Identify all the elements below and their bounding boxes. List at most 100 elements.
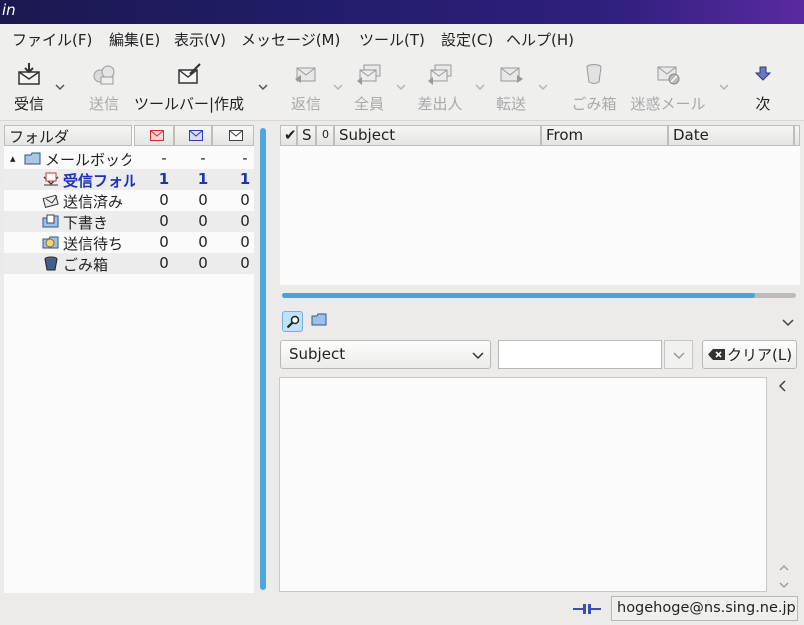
folder-column-header[interactable]: フォルダ	[4, 125, 132, 146]
send-label: 送信	[88, 95, 119, 113]
spam-button[interactable]: 迷惑メール	[628, 62, 708, 114]
spam-label: 迷惑メール	[630, 95, 706, 113]
message-preview[interactable]	[279, 377, 767, 592]
progress-bar	[282, 293, 796, 298]
search-input[interactable]	[498, 340, 662, 369]
unread-column-header[interactable]	[134, 125, 174, 146]
total-count: 0	[240, 212, 250, 230]
trash-icon	[44, 256, 58, 271]
next-label: 次	[755, 95, 771, 113]
scroll-down-icon[interactable]	[778, 580, 790, 590]
select-chevron-icon	[472, 352, 484, 360]
status-label: S	[302, 126, 312, 144]
total-count: 1	[239, 170, 251, 188]
menu-message[interactable]: メッセージ(M)	[241, 29, 340, 50]
forward-label: 転送	[495, 95, 526, 113]
attachment-column-header[interactable]: 0	[316, 125, 334, 146]
trash-button[interactable]: ごみ箱	[570, 62, 618, 114]
search-history-button[interactable]	[664, 340, 693, 369]
check-column-header[interactable]: ✔	[280, 125, 297, 146]
folder-row-sent[interactable]: 送信済み 0 0 0	[4, 190, 254, 211]
menu-help[interactable]: ヘルプ(H)	[506, 29, 574, 50]
folder-row-trash[interactable]: ごみ箱 0 0 0	[4, 253, 254, 274]
mailbox-icon	[24, 152, 41, 165]
clear-icon	[708, 349, 725, 360]
menu-bar: ファイル(F) 編集(E) 表示(V) メッセージ(M) ツール(T) 設定(C…	[0, 24, 804, 52]
account-email: hogehoge@ns.sing.ne.jp	[617, 600, 796, 616]
reply-sender-icon	[428, 64, 452, 85]
spam-dropdown-icon[interactable]	[718, 82, 730, 92]
pane-splitter[interactable]	[260, 128, 266, 590]
queue-icon	[42, 236, 59, 249]
menu-tools[interactable]: ツール(T)	[359, 29, 425, 50]
compose-label: ツールバー|作成	[133, 95, 245, 113]
menu-settings[interactable]: 設定(C)	[441, 29, 493, 50]
forward-icon	[500, 67, 523, 83]
chevron-left-icon[interactable]	[778, 380, 788, 392]
online-status-icon[interactable]	[573, 603, 601, 615]
unread-count: 0	[159, 191, 169, 209]
new-mail-icon	[189, 130, 203, 141]
search-toggle-button[interactable]	[282, 311, 303, 332]
reply-sender-button[interactable]: 差出人	[415, 62, 465, 114]
reply-label: 返信	[290, 95, 321, 113]
reply-sender-dropdown-icon[interactable]	[474, 82, 486, 92]
extra-column-header[interactable]	[794, 125, 800, 146]
message-list[interactable]: ✔ S 0 Subject From Date	[280, 125, 800, 285]
new-count: 0	[198, 212, 208, 230]
receive-button[interactable]: 受信	[12, 62, 46, 114]
date-label: Date	[673, 126, 709, 144]
new-count: -	[200, 149, 206, 167]
send-icon	[93, 65, 115, 85]
new-count: 0	[198, 191, 208, 209]
new-column-header[interactable]	[174, 125, 212, 146]
reply-dropdown-icon[interactable]	[332, 82, 344, 92]
menu-view[interactable]: 表示(V)	[174, 29, 226, 50]
trash-icon	[586, 64, 602, 84]
mail-icon	[229, 130, 243, 141]
total-count: 0	[240, 191, 250, 209]
subject-label: Subject	[339, 126, 396, 144]
folder-row-drafts[interactable]: 下書き 0 0 0	[4, 211, 254, 232]
menu-file[interactable]: ファイル(F)	[12, 29, 92, 50]
window-title: in	[2, 1, 16, 19]
date-column-header[interactable]: Date	[668, 125, 794, 146]
total-count: -	[242, 149, 248, 167]
reply-button[interactable]: 返信	[289, 62, 323, 114]
clear-label: クリア(L)	[727, 346, 793, 364]
collapse-arrow-icon[interactable]: ▴	[10, 152, 16, 165]
compose-button[interactable]: ツールバー|作成	[130, 62, 248, 114]
from-column-header[interactable]: From	[541, 125, 668, 146]
search-field-select[interactable]: Subject	[280, 340, 491, 369]
scroll-up-icon[interactable]	[778, 563, 790, 573]
folder-name: メールボック	[45, 151, 131, 169]
folder-row-mailbox[interactable]: ▴ メールボック - - -	[4, 148, 254, 169]
account-indicator[interactable]: hogehoge@ns.sing.ne.jp	[611, 596, 798, 621]
send-button[interactable]: 送信	[88, 62, 120, 114]
folder-row-queue[interactable]: 送信待ち 0 0 0	[4, 232, 254, 253]
check-label: ✔	[284, 126, 297, 144]
reply-all-button[interactable]: 全員	[352, 62, 386, 114]
subject-column-header[interactable]: Subject	[334, 125, 541, 146]
reply-all-icon	[357, 64, 381, 85]
next-button[interactable]: 次	[750, 62, 776, 114]
drafts-icon	[42, 214, 59, 228]
window-titlebar: in	[0, 0, 804, 24]
from-label: From	[546, 126, 584, 144]
reply-all-dropdown-icon[interactable]	[395, 82, 407, 92]
folder-header-label: フォルダ	[9, 128, 70, 146]
folder-row-inbox[interactable]: 受信フォル 1 1 1	[4, 169, 254, 190]
forward-dropdown-icon[interactable]	[537, 82, 549, 92]
menu-edit[interactable]: 編集(E)	[109, 29, 160, 50]
unread-count: 1	[158, 170, 170, 188]
receive-dropdown-icon[interactable]	[54, 82, 66, 92]
clear-button[interactable]: クリア(L)	[702, 340, 797, 369]
compose-dropdown-icon[interactable]	[257, 82, 269, 92]
total-column-header[interactable]	[212, 125, 254, 146]
folder-icon[interactable]	[311, 313, 328, 327]
total-count: 0	[240, 233, 250, 251]
status-column-header[interactable]: S	[297, 125, 316, 146]
expand-chevron-icon[interactable]	[781, 318, 795, 328]
forward-button[interactable]: 転送	[494, 62, 528, 114]
search-field-value: Subject	[289, 345, 346, 363]
